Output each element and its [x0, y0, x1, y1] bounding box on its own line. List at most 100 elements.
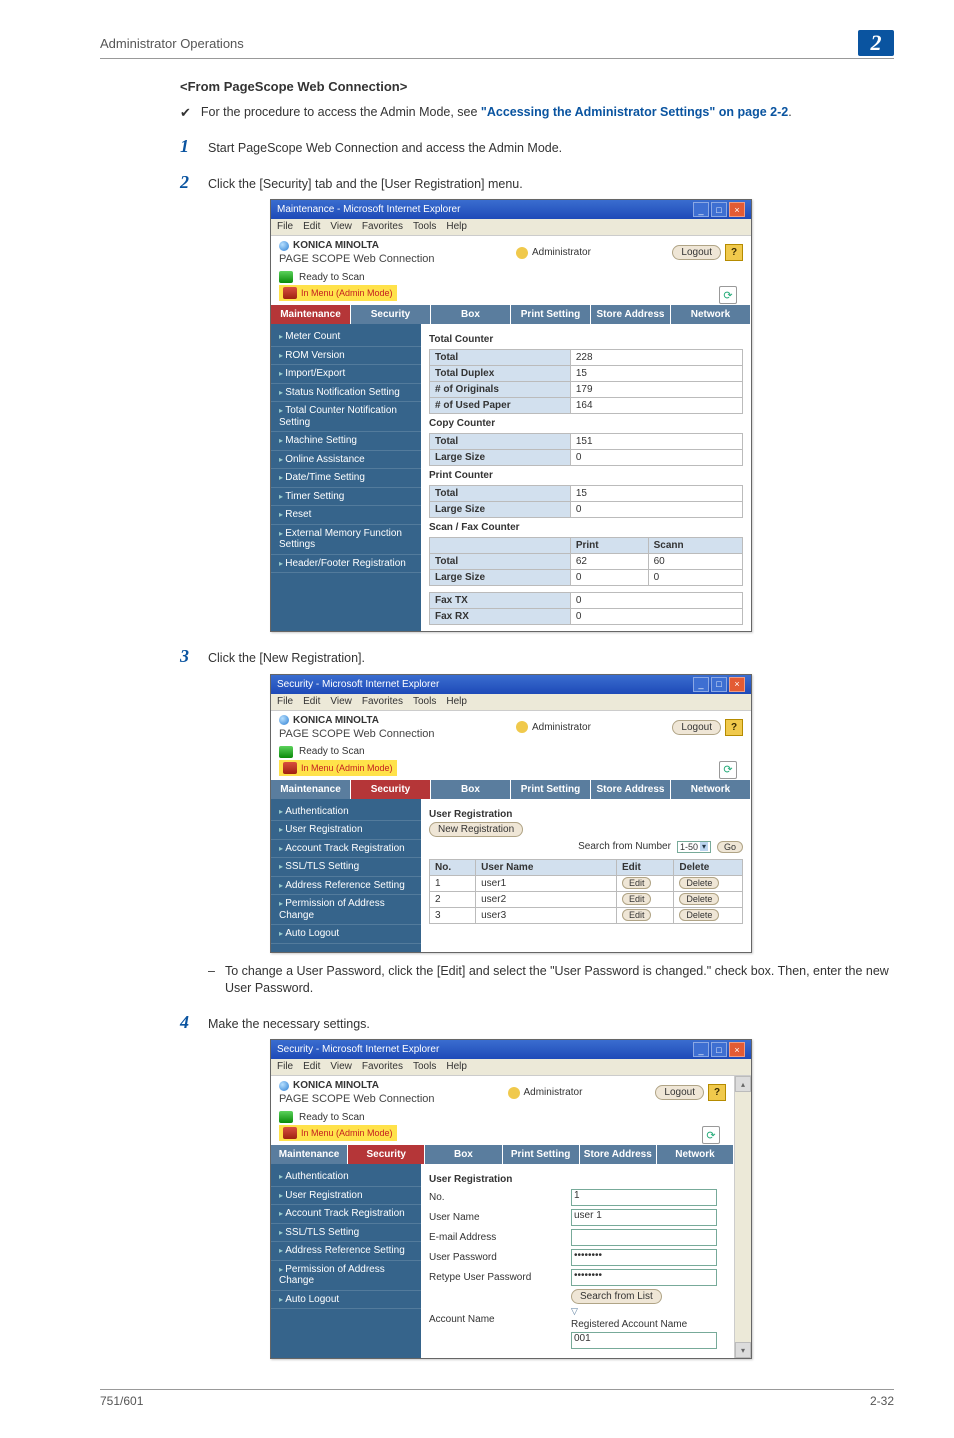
logout-button[interactable]: Logout [672, 720, 721, 735]
sidebar-item[interactable]: Permission of Address Change [271, 895, 421, 925]
sidebar-item[interactable]: Address Reference Setting [271, 877, 421, 896]
tab-print-setting[interactable]: Print Setting [503, 1145, 580, 1164]
logout-button[interactable]: Logout [672, 245, 721, 260]
close-icon[interactable]: × [729, 1042, 745, 1057]
delete-button[interactable]: Delete [679, 909, 719, 921]
sidebar-item[interactable]: User Registration [271, 821, 421, 840]
scrollbar[interactable]: ▴ ▾ [734, 1076, 751, 1358]
scroll-up-icon[interactable]: ▴ [735, 1076, 751, 1092]
tab-maintenance[interactable]: Maintenance [271, 1145, 348, 1164]
tab-store-address[interactable]: Store Address [591, 305, 671, 324]
ie-menu-view[interactable]: View [330, 221, 352, 233]
close-icon[interactable]: × [729, 202, 745, 217]
maximize-icon[interactable]: □ [711, 202, 727, 217]
sidebar-item[interactable]: ROM Version [271, 347, 421, 366]
sidebar-item[interactable]: Total Counter Notification Setting [271, 402, 421, 432]
tab-box[interactable]: Box [425, 1145, 502, 1164]
new-registration-button[interactable]: New Registration [429, 822, 523, 837]
ie-menu-file[interactable]: File [277, 1061, 293, 1073]
sidebar-item[interactable]: SSL/TLS Setting [271, 1224, 421, 1243]
refresh-icon[interactable]: ⟳ [719, 286, 737, 304]
sidebar-item[interactable]: Timer Setting [271, 488, 421, 507]
username-input[interactable]: user 1 [571, 1209, 717, 1226]
tab-print-setting[interactable]: Print Setting [511, 305, 591, 324]
sidebar-item[interactable]: Status Notification Setting [271, 384, 421, 403]
tab-network[interactable]: Network [657, 1145, 734, 1164]
sidebar-item[interactable]: Import/Export [271, 365, 421, 384]
scroll-down-icon[interactable]: ▾ [735, 1342, 751, 1358]
ie-menu-edit[interactable]: Edit [303, 696, 320, 708]
delete-button[interactable]: Delete [679, 893, 719, 905]
ie-menu-favorites[interactable]: Favorites [362, 221, 403, 233]
ie-menu-edit[interactable]: Edit [303, 1061, 320, 1073]
minimize-icon[interactable]: _ [693, 1042, 709, 1057]
tab-print-setting[interactable]: Print Setting [511, 780, 591, 799]
ie-menu-view[interactable]: View [330, 696, 352, 708]
ie-menu-file[interactable]: File [277, 221, 293, 233]
sidebar-item[interactable]: Meter Count [271, 328, 421, 347]
tab-box[interactable]: Box [431, 305, 511, 324]
tab-maintenance[interactable]: Maintenance [271, 305, 351, 324]
sidebar-item[interactable]: Account Track Registration [271, 840, 421, 859]
refresh-icon[interactable]: ⟳ [719, 761, 737, 779]
tab-store-address[interactable]: Store Address [580, 1145, 657, 1164]
sidebar-item[interactable]: Address Reference Setting [271, 1242, 421, 1261]
ie-menu-file[interactable]: File [277, 696, 293, 708]
minimize-icon[interactable]: _ [693, 202, 709, 217]
ie-menu-tools[interactable]: Tools [413, 221, 436, 233]
ie-menu-favorites[interactable]: Favorites [362, 696, 403, 708]
sidebar-item[interactable]: Permission of Address Change [271, 1261, 421, 1291]
go-button[interactable]: Go [717, 841, 743, 853]
sidebar-item[interactable]: Machine Setting [271, 432, 421, 451]
edit-button[interactable]: Edit [622, 877, 652, 889]
sidebar-item[interactable]: Online Assistance [271, 451, 421, 470]
tab-security[interactable]: Security [348, 1145, 425, 1164]
note-link[interactable]: "Accessing the Administrator Settings" o… [481, 105, 788, 119]
ie-menu-favorites[interactable]: Favorites [362, 1061, 403, 1073]
sidebar-item[interactable]: Header/Footer Registration [271, 555, 421, 574]
tab-security[interactable]: Security [351, 780, 431, 799]
edit-button[interactable]: Edit [622, 909, 652, 921]
search-from-list-button[interactable]: Search from List [571, 1289, 662, 1304]
help-icon[interactable]: ? [725, 244, 743, 261]
registered-account-input[interactable]: 001 [571, 1332, 717, 1349]
sidebar-item[interactable]: User Registration [271, 1187, 421, 1206]
refresh-icon[interactable]: ⟳ [702, 1126, 720, 1144]
range-select[interactable]: 1-50▾ [677, 841, 711, 853]
sidebar-item[interactable]: Reset [271, 506, 421, 525]
tab-box[interactable]: Box [431, 780, 511, 799]
tab-network[interactable]: Network [671, 305, 751, 324]
help-icon[interactable]: ? [708, 1084, 726, 1101]
no-input[interactable]: 1 [571, 1189, 717, 1206]
close-icon[interactable]: × [729, 677, 745, 692]
sidebar-item[interactable]: Authentication [271, 1168, 421, 1187]
ie-menu-help[interactable]: Help [446, 1061, 467, 1073]
maximize-icon[interactable]: □ [711, 677, 727, 692]
sidebar-item[interactable]: SSL/TLS Setting [271, 858, 421, 877]
maximize-icon[interactable]: □ [711, 1042, 727, 1057]
tab-store-address[interactable]: Store Address [591, 780, 671, 799]
delete-button[interactable]: Delete [679, 877, 719, 889]
password-input[interactable]: •••••••• [571, 1249, 717, 1266]
logout-button[interactable]: Logout [655, 1085, 704, 1100]
sidebar-item[interactable]: External Memory Function Settings [271, 525, 421, 555]
ie-menu-help[interactable]: Help [446, 696, 467, 708]
ie-menu-help[interactable]: Help [446, 221, 467, 233]
edit-button[interactable]: Edit [622, 893, 652, 905]
ie-menu-edit[interactable]: Edit [303, 221, 320, 233]
retype-password-input[interactable]: •••••••• [571, 1269, 717, 1286]
sidebar-item[interactable]: Authentication [271, 803, 421, 822]
ie-menu-tools[interactable]: Tools [413, 1061, 436, 1073]
sidebar-item[interactable]: Auto Logout [271, 925, 421, 944]
help-icon[interactable]: ? [725, 719, 743, 736]
sidebar-item[interactable]: Account Track Registration [271, 1205, 421, 1224]
ie-menu-tools[interactable]: Tools [413, 696, 436, 708]
email-input[interactable] [571, 1229, 717, 1246]
sidebar-item[interactable]: Date/Time Setting [271, 469, 421, 488]
tab-network[interactable]: Network [671, 780, 751, 799]
tab-maintenance[interactable]: Maintenance [271, 780, 351, 799]
sidebar-item[interactable]: Auto Logout [271, 1291, 421, 1310]
ie-menu-view[interactable]: View [330, 1061, 352, 1073]
minimize-icon[interactable]: _ [693, 677, 709, 692]
tab-security[interactable]: Security [351, 305, 431, 324]
